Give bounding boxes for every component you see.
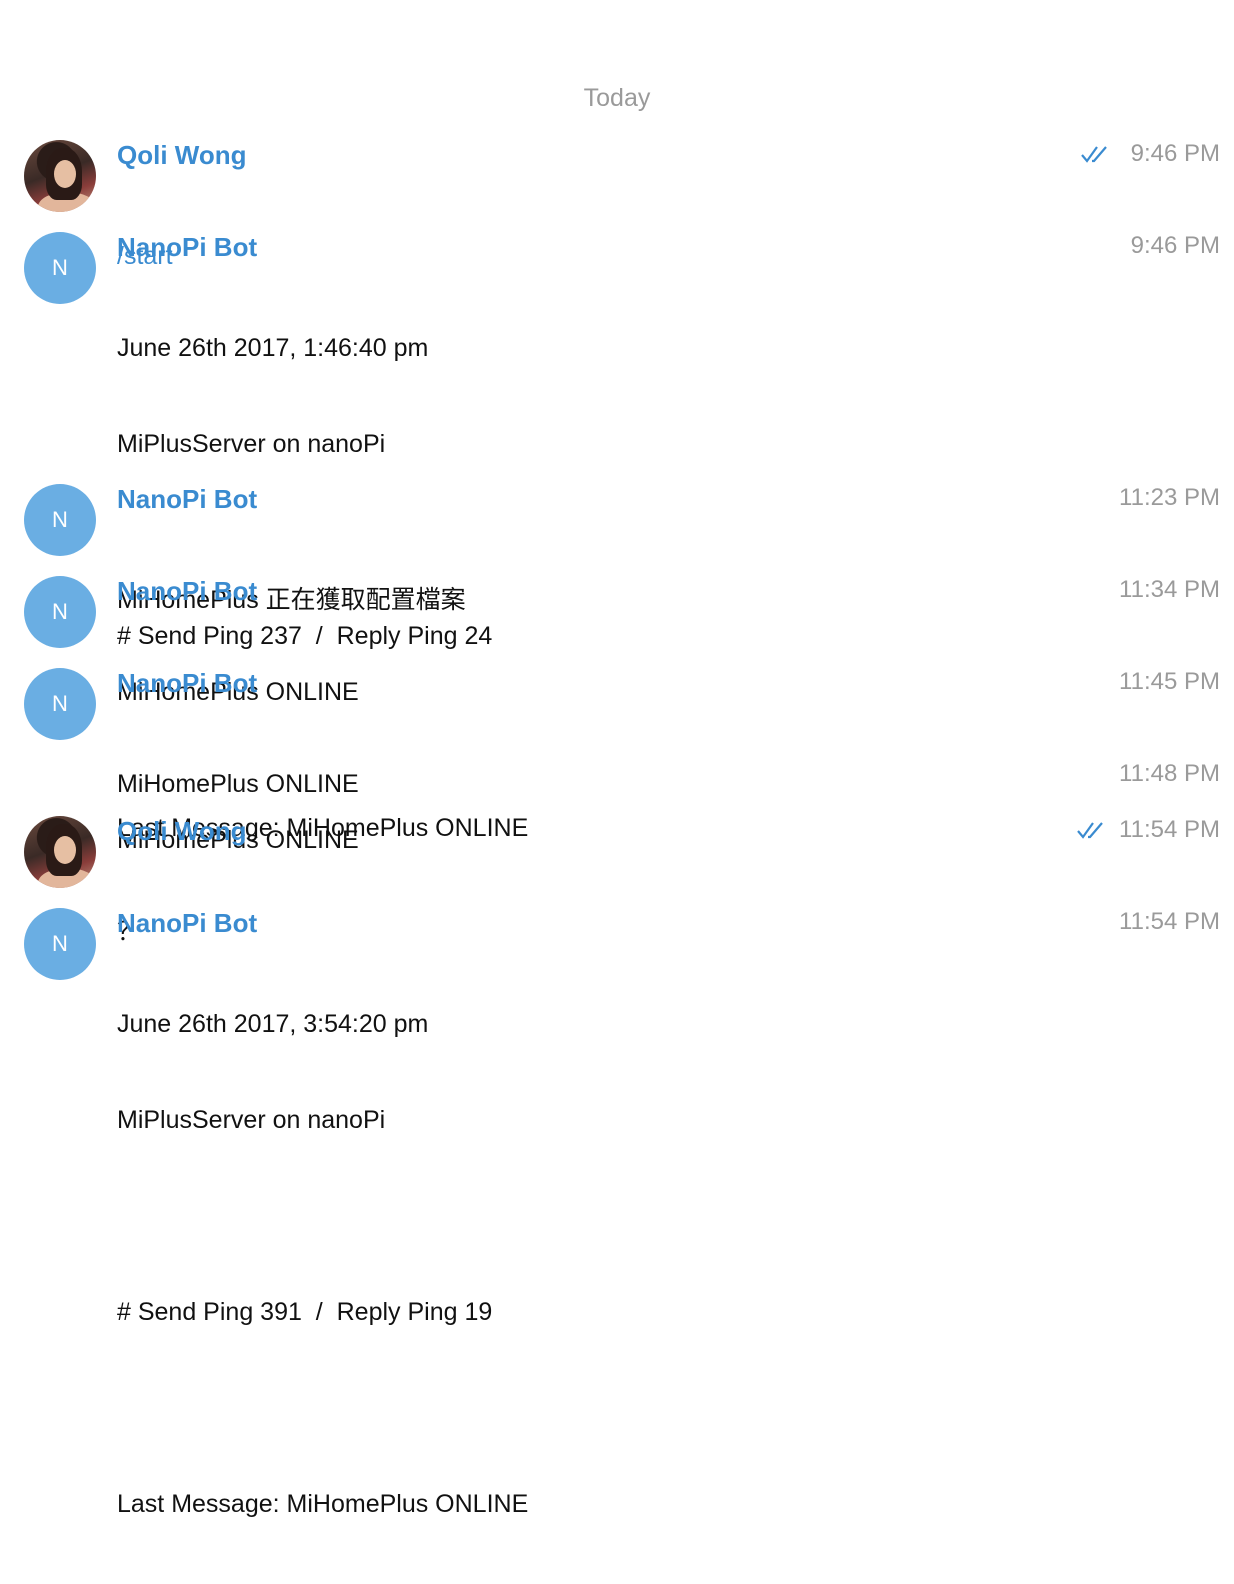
sender-name[interactable]: NanoPi Bot: [117, 668, 257, 698]
message-time: 9:46 PM: [1130, 140, 1220, 167]
message-time: 11:23 PM: [1119, 484, 1220, 511]
avatar[interactable]: [24, 140, 96, 212]
message-time: 11:48 PM: [1119, 760, 1220, 787]
avatar[interactable]: N: [24, 668, 96, 740]
sender-name[interactable]: Qoli Wong: [117, 140, 247, 170]
avatar[interactable]: [24, 816, 96, 888]
double-check-icon: [1077, 822, 1103, 839]
message-time: 11:54 PM: [1119, 908, 1220, 935]
sender-name[interactable]: NanoPi Bot: [117, 484, 257, 514]
message-text: June 26th 2017, 3:54:20 pm MiPlusServer …: [117, 1010, 529, 1518]
sender-name[interactable]: NanoPi Bot: [117, 232, 257, 262]
message-time: 11:34 PM: [1119, 576, 1220, 603]
message-time: 11:54 PM: [1119, 816, 1220, 843]
avatar[interactable]: N: [24, 576, 96, 648]
avatar[interactable]: N: [24, 908, 96, 980]
sender-name[interactable]: Qoli Wong: [117, 816, 247, 846]
double-check-icon: [1081, 146, 1107, 163]
message-time: 9:46 PM: [1130, 232, 1220, 259]
sender-name[interactable]: NanoPi Bot: [117, 576, 257, 606]
avatar[interactable]: N: [24, 484, 96, 556]
message-time: 11:45 PM: [1119, 668, 1220, 695]
avatar[interactable]: N: [24, 232, 96, 304]
date-separator: Today: [583, 84, 651, 112]
sender-name[interactable]: NanoPi Bot: [117, 908, 257, 938]
